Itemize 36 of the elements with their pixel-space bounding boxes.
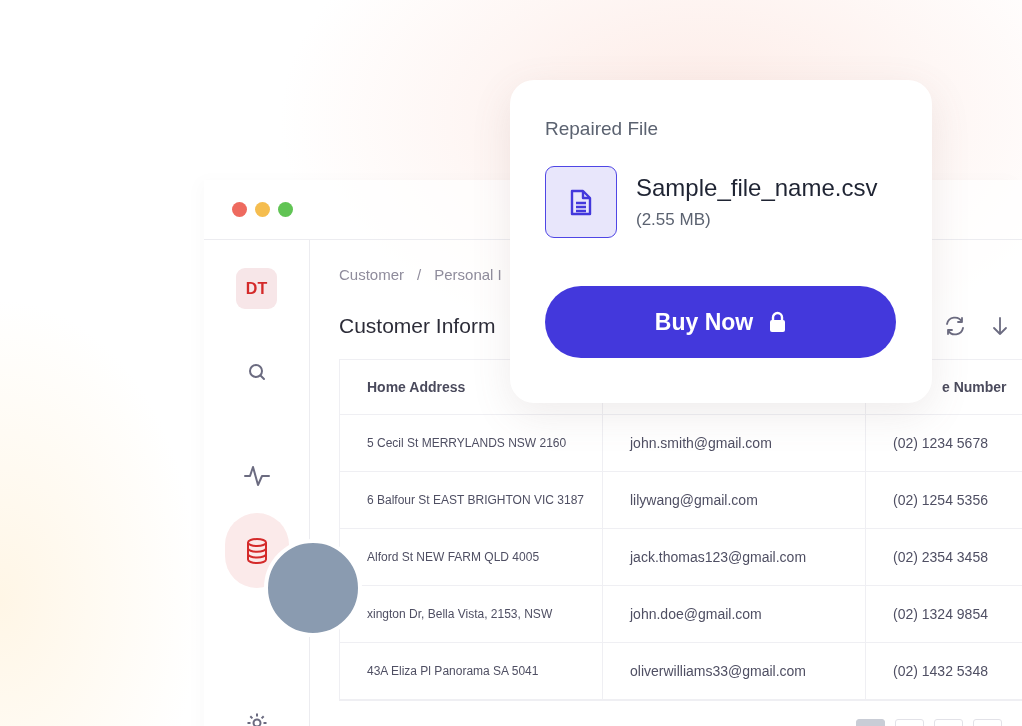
close-button[interactable] xyxy=(232,202,247,217)
table-cell: john.doe@gmail.com xyxy=(630,606,762,622)
table-cell: (02) 1234 5678 xyxy=(893,435,988,451)
refresh-icon[interactable] xyxy=(944,316,966,336)
table-cell: Alford St NEW FARM QLD 4005 xyxy=(367,550,540,564)
table-cell: 5 Cecil St MERRYLANDS NSW 2160 xyxy=(367,436,567,450)
lock-icon xyxy=(769,311,787,333)
column-header: Home Address xyxy=(367,379,466,395)
table-cell: (02) 1432 5348 xyxy=(893,663,988,679)
table-cell: jack.thomas123@gmail.com xyxy=(630,549,807,565)
page-title: Customer Inform xyxy=(339,314,496,338)
download-icon[interactable] xyxy=(992,316,1008,336)
database-icon xyxy=(245,537,268,564)
file-size: (2.55 MB) xyxy=(636,210,712,230)
table-cell: john.smith@gmail.com xyxy=(630,435,772,451)
table-cell: 43A Eliza Pl Panorama SA 5041 xyxy=(367,664,539,678)
breadcrumb-link[interactable]: Personal I xyxy=(434,266,502,283)
column-header: e Number xyxy=(942,379,1007,395)
table-cell: (02) 1254 5356 xyxy=(893,492,988,508)
card-title: Repaired File xyxy=(545,118,659,140)
zoom-button[interactable] xyxy=(278,202,293,217)
table-cell: oliverwilliams33@gmail.com xyxy=(630,663,807,679)
table-cell: (02) 1324 9854 xyxy=(893,606,988,622)
file-name: Sample_file_name.csv xyxy=(636,174,878,202)
file-icon xyxy=(545,166,617,238)
breadcrumb-link[interactable]: Customer xyxy=(339,266,405,283)
table-cell: 6 Balfour St EAST BRIGHTON VIC 3187 xyxy=(367,493,584,507)
breadcrumb-separator: / xyxy=(417,266,422,283)
table-cell: (02) 2354 3458 xyxy=(893,549,988,565)
buy-now-button[interactable]: Buy Now xyxy=(545,286,896,358)
activity-icon xyxy=(243,465,270,487)
table-cell: xington Dr, Bella Vista, 2153, NSW xyxy=(367,607,553,621)
table-cell: lilywang@gmail.com xyxy=(630,492,758,508)
search-icon xyxy=(247,363,266,381)
logo-badge: DT xyxy=(236,268,277,309)
minimize-button[interactable] xyxy=(255,202,270,217)
